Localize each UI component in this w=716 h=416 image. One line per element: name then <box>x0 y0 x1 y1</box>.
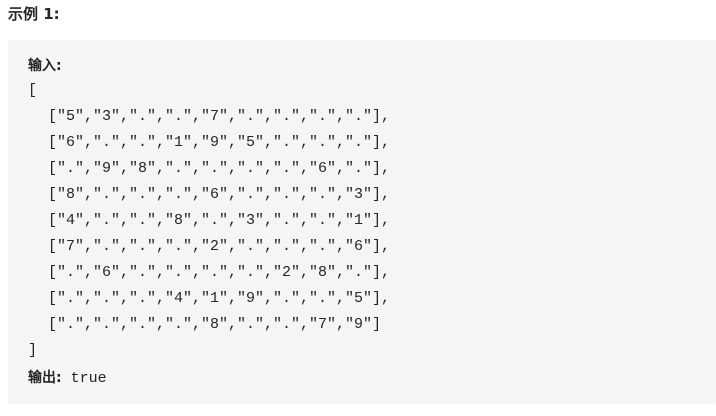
board-row-1: ["5","3",".",".","7",".",".",".","."], <box>48 108 391 125</box>
board-row-9: [".",".",".",".","8",".",".","7","9"] <box>48 316 382 333</box>
board-close-bracket: ] <box>28 342 38 359</box>
output-label: 输出: <box>28 370 62 386</box>
input-label: 输入: <box>28 58 62 74</box>
input-label-line: 输入: <box>28 52 716 78</box>
board-row-3: [".","9","8",".",".",".",".","6","."], <box>48 160 391 177</box>
output-value: true <box>61 370 107 387</box>
output-line: 输出: true <box>28 364 716 390</box>
board-row-2: ["6",".",".","1","9","5",".",".","."], <box>48 134 391 151</box>
board-row-6: ["7",".",".",".","2",".",".",".","6"], <box>48 238 391 255</box>
example-code-block: 输入: [ ["5","3",".",".","7",".",".",".","… <box>8 40 716 404</box>
board-row-5: ["4",".",".","8",".","3",".",".","1"], <box>48 212 391 229</box>
board-row-7: [".","6",".",".",".",".","2","8","."], <box>48 264 391 281</box>
example-heading: 示例 1: <box>8 5 60 23</box>
board-open-bracket: [ <box>28 82 38 99</box>
board-row-8: [".",".",".","4","1","9",".",".","5"], <box>48 290 391 307</box>
board-row-4: ["8",".",".",".","6",".",".",".","3"], <box>48 186 391 203</box>
